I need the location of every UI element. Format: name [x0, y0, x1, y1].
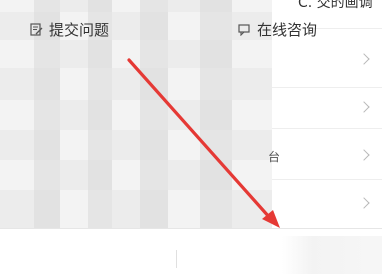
mosaic-cell [88, 190, 112, 228]
mosaic-cell [0, 40, 34, 68]
mosaic-cell [112, 0, 140, 12]
mosaic-cell [88, 160, 112, 190]
mosaic-cell [112, 12, 140, 40]
mosaic-cell [0, 130, 34, 160]
mosaic-cell [60, 130, 88, 160]
mosaic-cell [200, 190, 232, 228]
mosaic-cell [60, 0, 88, 12]
mosaic-cell [112, 68, 140, 100]
mosaic-cell [112, 160, 140, 190]
mosaic-cell [140, 68, 168, 100]
chevron-right-icon [358, 53, 370, 65]
mosaic-cell [200, 40, 232, 68]
mosaic-cell [140, 40, 168, 68]
chevron-right-icon [358, 149, 370, 161]
mosaic-cell [34, 0, 60, 12]
mosaic-cell [112, 100, 140, 130]
mosaic-cell [232, 40, 272, 68]
partial-row-text: 台 [268, 150, 281, 164]
mosaic-cell [200, 160, 232, 190]
mosaic-cell [112, 190, 140, 228]
mosaic-cell [0, 68, 34, 100]
mosaic-cell [60, 160, 88, 190]
mosaic-cell [232, 130, 272, 160]
mosaic-cell [140, 190, 168, 228]
mosaic-cell [88, 40, 112, 68]
mosaic-cell [112, 130, 140, 160]
mosaic-cell [34, 130, 60, 160]
mosaic-cell [60, 190, 88, 228]
mosaic-cell [88, 68, 112, 100]
help-center-screen: C. 交的画调 台 提交问题 在线咨询 [0, 0, 382, 274]
mosaic-cell [0, 100, 34, 130]
chevron-right-icon [358, 197, 370, 209]
mosaic-cell [0, 12, 34, 40]
mosaic-cell [88, 100, 112, 130]
mosaic-cell [34, 160, 60, 190]
mosaic-cell [168, 160, 200, 190]
mosaic-cell [60, 68, 88, 100]
mosaic-cell [200, 0, 232, 12]
mosaic-cell [168, 130, 200, 160]
online-consult-label: 在线咨询 [257, 20, 318, 39]
mosaic-cell [140, 0, 168, 12]
mosaic-cell [112, 40, 140, 68]
mosaic-cell [140, 100, 168, 130]
edit-doc-icon [30, 22, 43, 36]
mosaic-cell [0, 160, 34, 190]
mosaic-cell [232, 100, 272, 130]
mosaic-cell [34, 40, 60, 68]
mosaic-cell [34, 190, 60, 228]
toolbar-divider [176, 250, 177, 268]
mosaic-cell [200, 100, 232, 130]
mosaic-cell [168, 68, 200, 100]
mosaic-cell [60, 40, 88, 68]
mosaic-cell [168, 40, 200, 68]
mosaic-cell [34, 100, 60, 130]
mosaic-cell [232, 0, 272, 12]
mosaic-cell [88, 0, 112, 12]
blurred-overlay [282, 236, 382, 274]
mosaic-cell [168, 100, 200, 130]
mosaic-cell [168, 190, 200, 228]
list-item[interactable] [272, 129, 382, 179]
mosaic-cell [200, 68, 232, 100]
mosaic-cell [140, 12, 168, 40]
list-item[interactable] [272, 180, 382, 228]
chat-bubble-icon [238, 23, 250, 36]
mosaic-cell [34, 68, 60, 100]
mosaic-cell [0, 190, 34, 228]
list-item[interactable] [272, 88, 382, 128]
mosaic-cell [232, 68, 272, 100]
mosaic-cell [0, 0, 34, 12]
mosaic-cell [88, 130, 112, 160]
mosaic-cell [200, 130, 232, 160]
mosaic-cell [60, 100, 88, 130]
mosaic-cell [140, 130, 168, 160]
mosaic-cell [168, 0, 200, 12]
mosaic-cell [200, 12, 232, 40]
mosaic-cell [168, 12, 200, 40]
online-consult-button[interactable]: 在线咨询 [238, 18, 317, 40]
submit-question-button[interactable]: 提交问题 [30, 18, 109, 40]
submit-question-label: 提交问题 [49, 20, 110, 39]
mosaic-cell [232, 190, 272, 228]
top-row-partial-text: C. 交的画调 [298, 0, 373, 11]
mosaic-cell [232, 160, 272, 190]
mosaic-cell [140, 160, 168, 190]
chevron-right-icon [358, 101, 370, 113]
